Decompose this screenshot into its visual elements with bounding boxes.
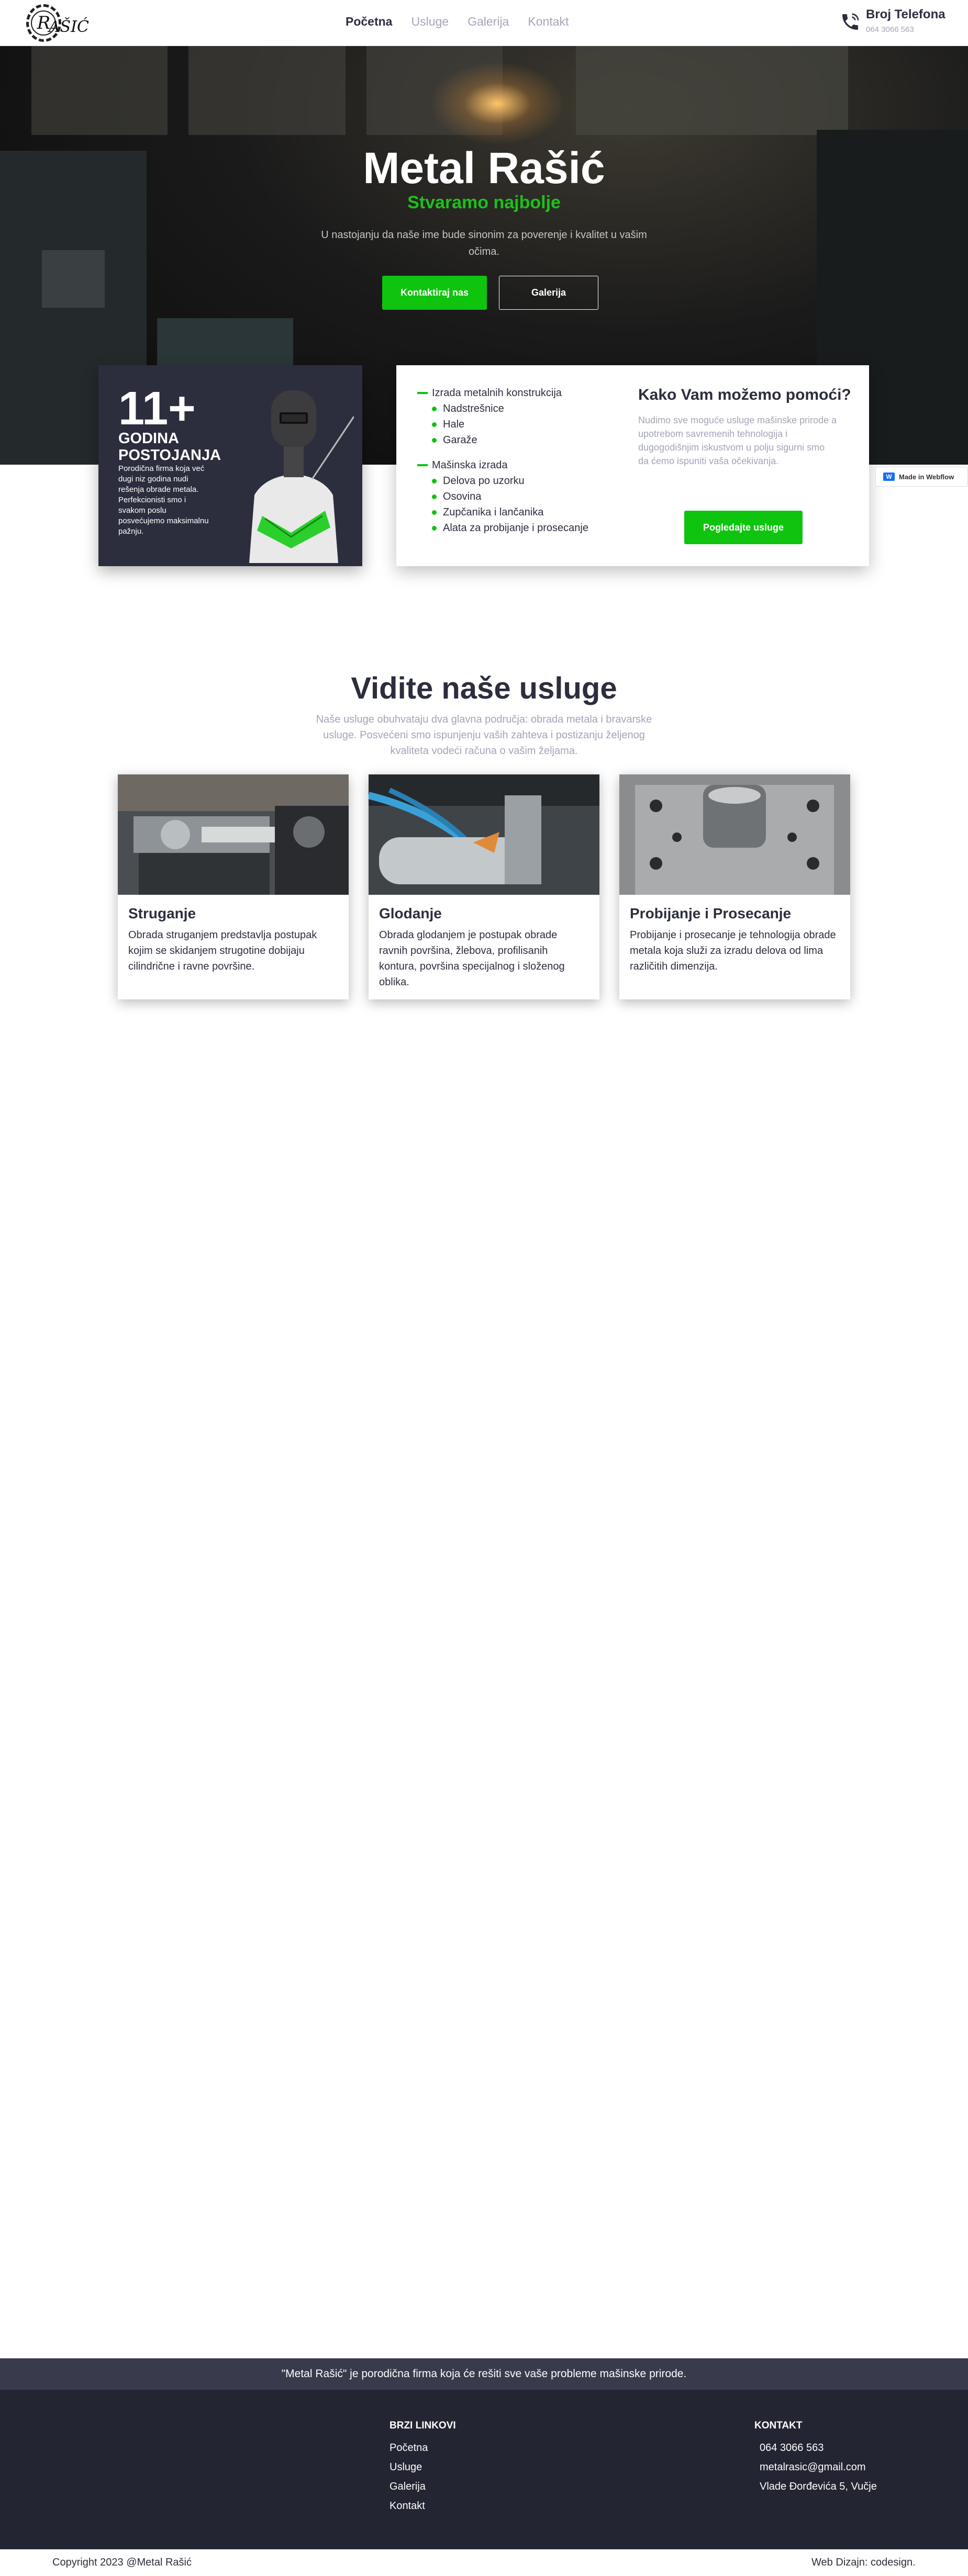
help-text: Nudimo sve moguće usluge mašinske prirod… (638, 415, 837, 466)
nav-link-usluge[interactable]: Usluge (411, 15, 449, 29)
list-item-label: Garaže (443, 434, 477, 446)
footer-email[interactable]: metalrasic@gmail.com (760, 2461, 866, 2473)
list-item-label: Nadstrešnice (443, 402, 504, 414)
help-title: Kako Vam možemo pomoći? (638, 386, 851, 403)
list-item-label: Osovina (443, 490, 482, 502)
phone-title: Broj Telefona (866, 7, 945, 21)
bullet-icon (432, 406, 437, 411)
list-item-label: Delova po uzorku (443, 475, 525, 487)
list-item: Alata za probijanje i prosecanje (417, 520, 588, 536)
hero-bg-machine (42, 250, 105, 308)
hero-subtitle: Stvaramo najbolje (407, 193, 561, 212)
card-title: Glodanje (379, 905, 442, 921)
top-nav: R AŠIĆ Početna Usluge Galerija Kontakt B… (0, 0, 968, 46)
hero-sparks (429, 62, 565, 145)
list-item: Nadstrešnice (417, 401, 588, 417)
services-list: Izrada metalnih konstrukcija Nadstrešnic… (417, 385, 588, 536)
footer-link-galerija[interactable]: Galerija (390, 2481, 426, 2493)
punching-image (619, 774, 850, 895)
list-item: Osovina (417, 489, 588, 504)
footer-link-usluge[interactable]: Usluge (390, 2461, 422, 2473)
card-title: Probijanje i Prosecanje (630, 905, 792, 921)
section-title: Vidite naše usluge (351, 671, 617, 705)
years-number: 11+ (118, 383, 196, 435)
card-text: Obrada glodanjem je postupak obrade ravn… (379, 929, 565, 988)
logo[interactable]: R AŠIĆ (26, 4, 89, 42)
milling-image (369, 774, 599, 895)
footer-tagline: "Metal Rašić" je porodična firma koja će… (0, 2358, 968, 2390)
page: R AŠIĆ Početna Usluge Galerija Kontakt B… (0, 0, 968, 2576)
service-card-probijanje[interactable]: Probijanje i Prosecanje Probijanje i pro… (619, 774, 850, 999)
service-group-title: Mašinska izrada (432, 459, 508, 471)
bullet-icon (432, 478, 437, 483)
hero-text: U nastojanju da naše ime bude sinonim za… (321, 229, 647, 257)
view-services-button[interactable]: Pogledajte usluge (684, 511, 803, 544)
webflow-label: Made in Webflow (899, 473, 954, 481)
contact-button[interactable]: Kontaktiraj nas (382, 276, 487, 310)
phone-block[interactable]: Broj Telefona 064 3066 563 (840, 7, 945, 34)
nav-link-kontakt[interactable]: Kontakt (528, 15, 569, 29)
footer: BRZI LINKOVI Početna Usluge Galerija Kon… (0, 2390, 968, 2549)
nav-link-pocetna[interactable]: Početna (346, 15, 392, 29)
main-menu: Početna Usluge Galerija Kontakt (346, 15, 569, 29)
hero-bg-window (31, 46, 168, 135)
phone-icon (842, 13, 859, 30)
phone-number: 064 3066 563 (866, 25, 914, 34)
list-item: Zupčanika i lančanika (417, 504, 588, 520)
hero-bg-window (576, 46, 848, 135)
welder-image (249, 390, 354, 563)
list-item-label: Zupčanika i lančanika (443, 506, 544, 518)
footer-address: Vlade Đorđevića 5, Vučje (760, 2481, 877, 2492)
dash-icon (417, 464, 428, 466)
service-card-glodanje[interactable]: Glodanje Obrada glodanjem je postupak ob… (369, 774, 599, 999)
list-item: Garaže (417, 432, 588, 448)
experience-card: 11+ GODINA POSTOJANJA Porodična firma ko… (98, 365, 362, 566)
quick-links-title: BRZI LINKOVI (390, 2420, 456, 2431)
footer-link-kontakt[interactable]: Kontakt (390, 2500, 425, 2512)
bullet-icon (432, 525, 437, 531)
years-label: GODINA POSTOJANJA (118, 430, 221, 464)
copyright-bar: Copyright 2023 @Metal Rašić Web Dizajn: … (0, 2549, 968, 2576)
dash-icon (417, 392, 428, 394)
nav-link-galerija[interactable]: Galerija (468, 15, 509, 29)
bullet-icon (432, 422, 437, 427)
hero-bg-window (188, 46, 346, 135)
logo-text: AŠIĆ (48, 17, 89, 36)
list-item: Delova po uzorku (417, 473, 588, 489)
copyright-text: Copyright 2023 @Metal Rašić (52, 2557, 192, 2568)
service-card-struganje[interactable]: Struganje Obrada struganjem predstavlja … (118, 774, 349, 999)
card-title: Struganje (128, 905, 196, 921)
contact-title: KONTAKT (754, 2420, 803, 2431)
lathe-image (118, 774, 349, 895)
list-item: Hale (417, 417, 588, 432)
webflow-icon: W (883, 473, 895, 481)
gallery-button[interactable]: Galerija (499, 276, 598, 310)
service-group: Mašinska izrada (417, 457, 588, 473)
services-overview-card: Izrada metalnih konstrukcija Nadstrešnic… (396, 365, 869, 566)
list-item-label: Alata za probijanje i prosecanje (443, 522, 588, 534)
hero-title: Metal Rašić (363, 143, 605, 193)
section-text: Naše usluge obuhvataju dva glavna područ… (316, 714, 652, 757)
bullet-icon (432, 437, 437, 443)
webflow-badge[interactable]: W Made in Webflow (875, 467, 968, 487)
card-text: Obrada struganjem predstavlja postupak k… (128, 929, 317, 972)
experience-text: Porodična firma koja već dugi niz godina… (118, 464, 209, 536)
bullet-icon (432, 510, 437, 515)
service-group: Izrada metalnih konstrukcija (417, 385, 588, 401)
list-item-label: Hale (443, 418, 465, 430)
service-group-title: Izrada metalnih konstrukcija (432, 387, 562, 399)
footer-phone[interactable]: 064 3066 563 (760, 2442, 824, 2454)
bullet-icon (432, 494, 437, 499)
footer-link-pocetna[interactable]: Početna (390, 2442, 428, 2454)
card-text: Probijanje i prosecanje je tehnologija o… (630, 929, 836, 972)
design-credit[interactable]: Web Dizajn: codesign. (811, 2557, 916, 2569)
